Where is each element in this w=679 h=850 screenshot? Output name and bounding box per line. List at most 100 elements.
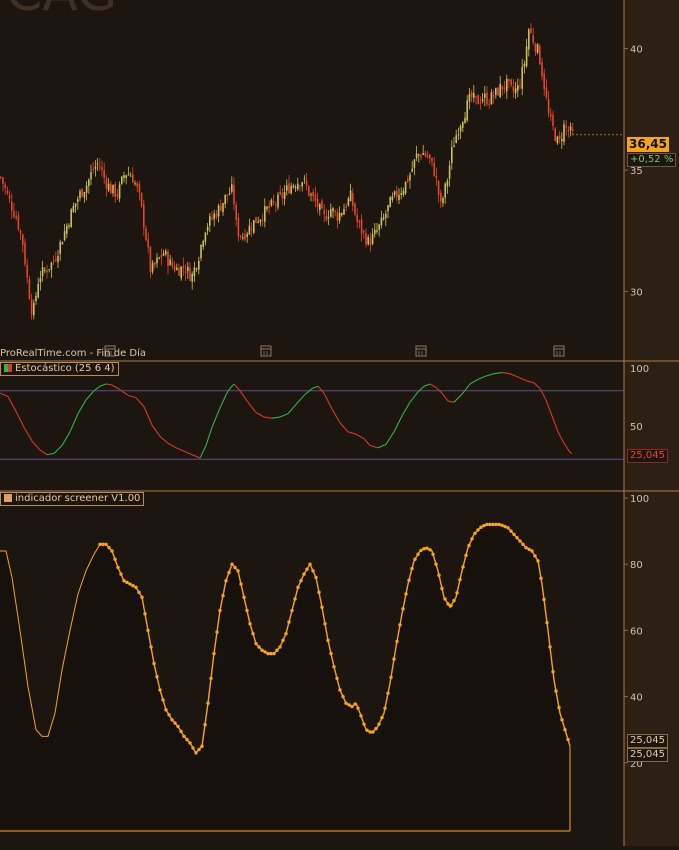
candle-body [492, 95, 495, 97]
candle-body [558, 135, 561, 140]
candle-body [356, 215, 358, 222]
screener-point [443, 597, 447, 601]
candle-body [239, 235, 242, 237]
screener-point [332, 665, 336, 669]
candle-body [327, 216, 330, 219]
candle-body [217, 205, 220, 217]
candle-body [132, 174, 134, 183]
candle-body [55, 259, 57, 261]
screener-point [137, 590, 141, 595]
candle-body [184, 271, 187, 273]
screener-point [308, 562, 312, 566]
candle-body [226, 194, 229, 196]
candle-body [156, 257, 158, 264]
screener-point [365, 728, 369, 732]
screener-point [539, 576, 543, 580]
candle-body [486, 92, 488, 105]
candle-body [294, 186, 297, 188]
candle-body [261, 219, 264, 221]
candle-body [358, 220, 361, 223]
candle-body [330, 209, 332, 217]
candle-body [325, 215, 328, 221]
screener-point [161, 698, 165, 702]
candle-body [332, 208, 334, 212]
candle-body [105, 178, 108, 189]
candle-body [543, 73, 545, 90]
candle-body [451, 147, 453, 164]
stoch-tick-label: 50 [630, 422, 643, 433]
candle-body [107, 183, 110, 191]
screener-point [350, 704, 354, 709]
candle-body [129, 175, 132, 177]
candle-body [523, 63, 526, 67]
screener-point [248, 622, 252, 626]
candle-body [94, 166, 97, 169]
screener-point [464, 553, 468, 558]
candle-body [118, 184, 121, 199]
candle-body [149, 246, 152, 273]
screener-tick-label: 40 [630, 693, 643, 704]
candle-body [165, 250, 167, 255]
screener-legend[interactable]: indicador screener V1.00 [0, 492, 145, 506]
screener-point [269, 651, 273, 656]
candle-body [127, 174, 130, 176]
chart-stage: CAG 303540 10050 10080604020 ProRealTime… [0, 0, 679, 846]
candle-body [380, 217, 383, 226]
candle-body [30, 299, 33, 315]
candle-body [136, 183, 138, 187]
screener-point [107, 545, 111, 550]
candle-body [292, 185, 295, 188]
candle-body [341, 213, 343, 216]
screener-point [197, 747, 201, 752]
candle-body [195, 268, 198, 270]
screener-tick-label: 60 [630, 626, 643, 637]
candle-body [572, 129, 574, 131]
candle-body [345, 206, 347, 208]
candle-body [354, 203, 356, 215]
screener-point [419, 548, 423, 553]
stoch-legend-swatch [4, 364, 12, 372]
screener-point [122, 579, 126, 583]
candle-body [468, 94, 471, 102]
candle-body [68, 225, 70, 227]
candle-body [88, 179, 90, 187]
candle-body [305, 180, 308, 186]
candle-body [147, 239, 149, 248]
screener-point [542, 597, 546, 602]
candle-body [125, 175, 127, 178]
candle-body [255, 217, 257, 223]
candle-body [552, 114, 554, 127]
screener-point [509, 529, 513, 533]
screener-point [329, 651, 333, 656]
screener-point [341, 694, 345, 699]
screener-point [146, 628, 150, 633]
candle-body [532, 35, 534, 43]
candle-body [433, 162, 435, 176]
candle-body [422, 153, 424, 155]
screener-point [266, 651, 270, 656]
candle-body [490, 92, 493, 105]
candle-body [193, 267, 196, 277]
screener-point [323, 622, 327, 626]
candle-body [0, 176, 2, 178]
screener-point [236, 569, 240, 573]
candle-body [237, 217, 240, 237]
candle-body [103, 170, 105, 178]
screener-point [545, 620, 549, 625]
candle-body [536, 44, 539, 53]
screener-point [548, 645, 552, 649]
screener-tick-label: 80 [630, 560, 643, 571]
stoch-legend[interactable]: Estocástico (25 6 4) [0, 362, 119, 376]
screener-point [398, 623, 402, 627]
candle-body [360, 219, 363, 234]
candle-body [374, 229, 376, 234]
screener-point [242, 595, 246, 599]
screener-point [371, 730, 375, 734]
screener-point [206, 701, 210, 705]
screener-point [281, 638, 285, 643]
candle-body [466, 100, 468, 121]
candle-body [61, 242, 64, 245]
screener-point [356, 706, 360, 710]
screener-point [125, 580, 129, 585]
screener-point [512, 532, 516, 537]
